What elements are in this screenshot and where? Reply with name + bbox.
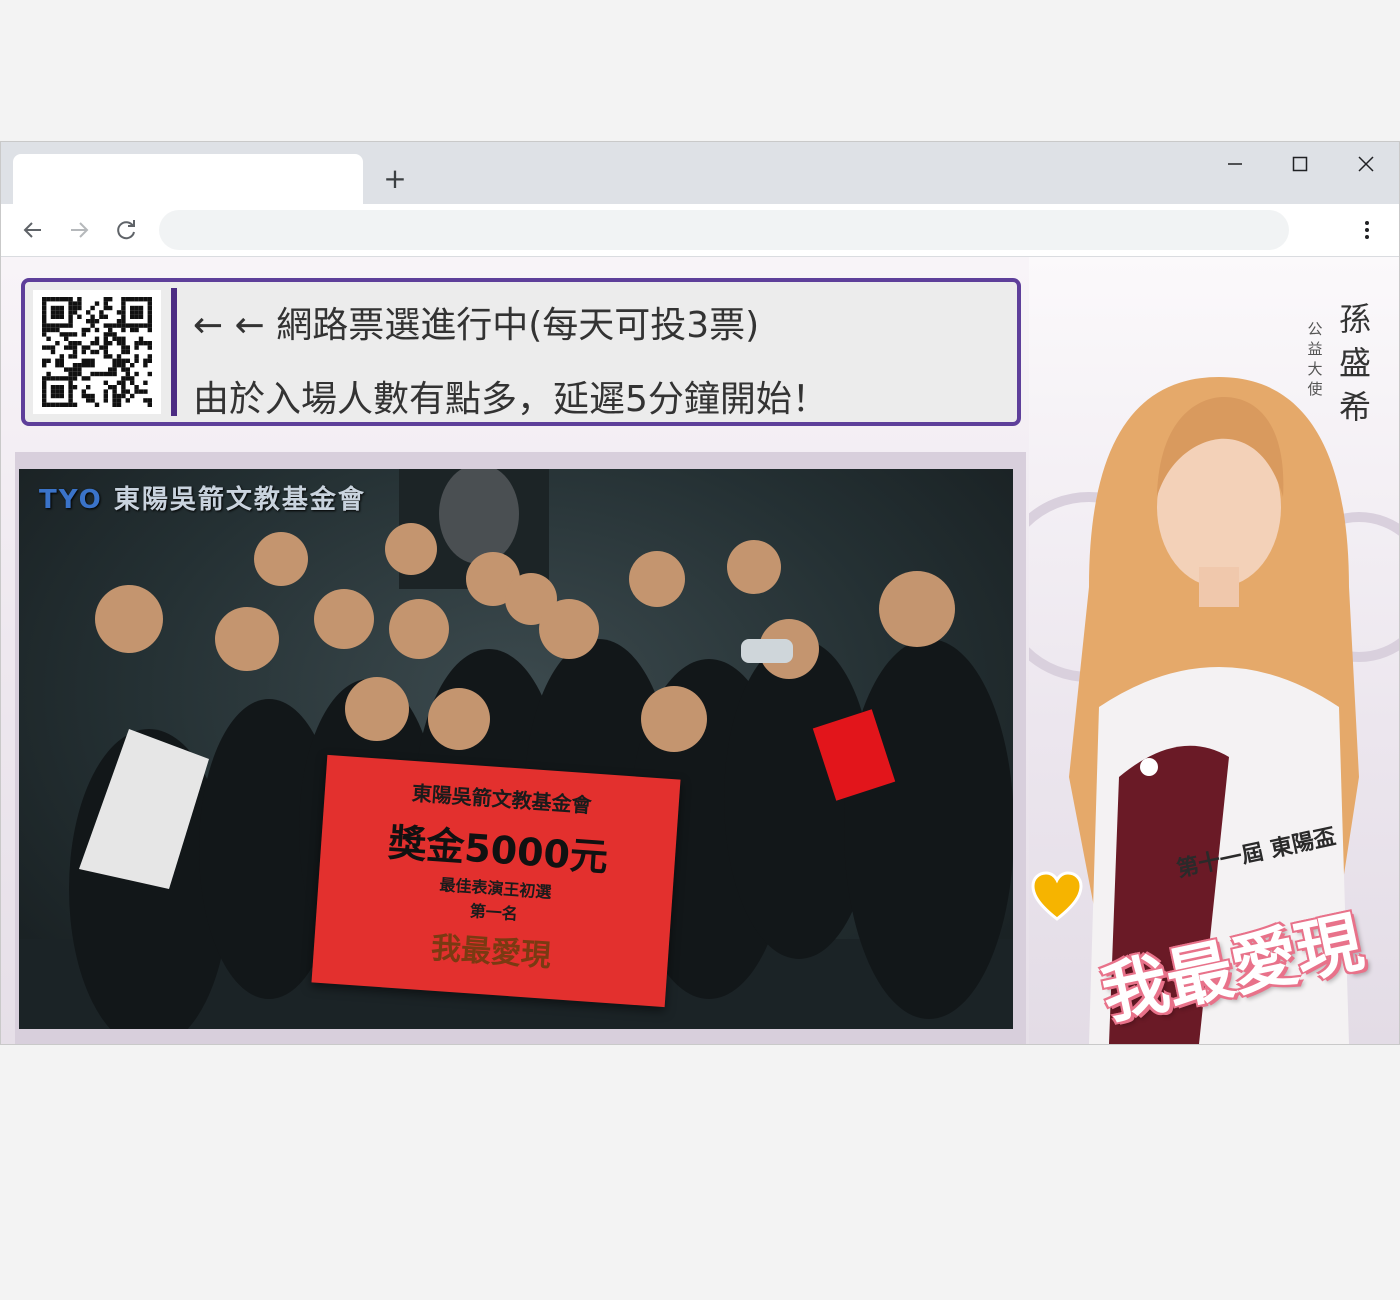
minimize-button[interactable] [1205,146,1265,180]
video-watermark: TYO 東陽吳箭文教基金會 [39,479,366,516]
maximize-icon [1292,156,1308,172]
promo-poster: 孫盛希 公益大使 第十一屆 東陽盃 我最愛現 [1029,257,1399,1044]
forward-arrow-icon [71,222,89,238]
banner-divider [171,288,177,416]
minimize-icon [1228,163,1242,165]
foundation-name: 東陽吳箭文教基金會 [113,485,366,515]
browser-menu-button[interactable] [1351,214,1383,246]
browser-window: + ← ← 網路票選進行中(每天可投3票) 由於入場人數有點多，延遲5分鐘開始！… [0,141,1400,1045]
delay-notice: 由於入場人數有點多，延遲5分鐘開始！ [193,379,828,420]
prize-sign: 東陽吳箭文教基金會 獎金5000元 最佳表演王初選 第一名 我最愛現 [311,754,681,1008]
close-icon [1358,156,1374,172]
forward-button[interactable] [63,214,95,246]
page-content: ← ← 網路票選進行中(每天可投3票) 由於入場人數有點多，延遲5分鐘開始！ T… [1,257,1399,1044]
more-vert-icon [1365,221,1369,239]
vote-notice: ← ← 網路票選進行中(每天可投3票) [193,305,760,346]
reload-icon [117,220,135,240]
ambassador-role: 公益大使 [1307,320,1323,398]
maximize-button[interactable] [1270,146,1330,180]
announcement-banner: ← ← 網路票選進行中(每天可投3票) 由於入場人數有點多，延遲5分鐘開始！ [21,278,1021,426]
new-tab-button[interactable]: + [377,162,413,198]
close-button[interactable] [1336,146,1396,180]
qr-code-icon[interactable] [33,290,161,414]
back-arrow-icon [23,222,41,238]
ambassador-name: 孫盛希 [1338,300,1371,426]
active-tab[interactable] [13,154,363,204]
heart-icon [1029,869,1085,925]
back-button[interactable] [17,214,49,246]
video-player[interactable]: TYO 東陽吳箭文教基金會 東陽吳箭文教基金會 獎金5000元 最佳表演王初選 … [19,469,1013,1029]
address-bar[interactable] [159,210,1289,250]
reload-button[interactable] [110,214,142,246]
tyo-logo: TYO [39,485,103,515]
tab-strip: + [1,142,1399,204]
browser-toolbar [1,204,1399,257]
